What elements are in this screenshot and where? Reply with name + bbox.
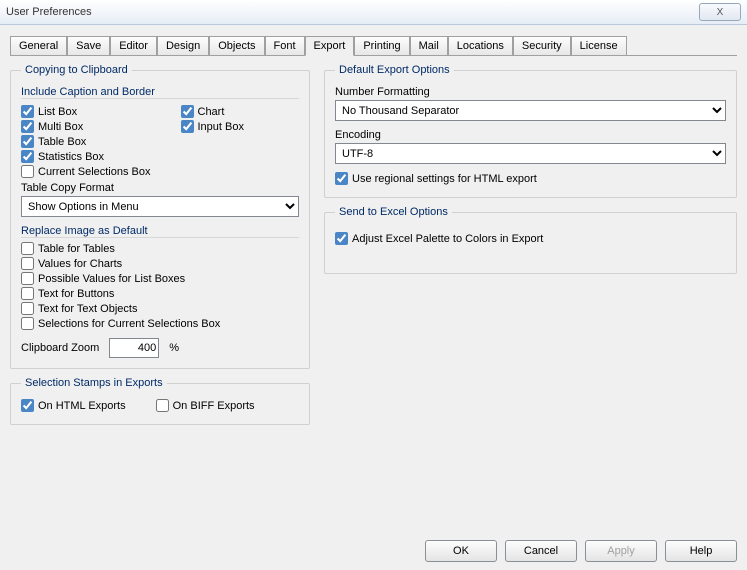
label-sel-current: Selections for Current Selections Box	[38, 318, 220, 330]
user-preferences-window: User Preferences X General Save Editor D…	[0, 0, 747, 570]
label-regional-settings: Use regional settings for HTML export	[352, 173, 537, 185]
checkbox-list-box[interactable]	[21, 105, 34, 118]
default-export-legend: Default Export Options	[335, 64, 454, 76]
label-table-for-tables: Table for Tables	[38, 243, 115, 255]
label-table-box: Table Box	[38, 136, 86, 148]
table-copy-format-label: Table Copy Format	[21, 182, 299, 194]
close-icon: X	[717, 7, 724, 18]
close-button[interactable]: X	[699, 3, 741, 21]
label-current-selections-box: Current Selections Box	[38, 166, 151, 178]
checkbox-input-box[interactable]	[181, 120, 194, 133]
checkbox-html-exports[interactable]	[21, 399, 34, 412]
checkbox-regional-settings[interactable]	[335, 172, 348, 185]
label-possible-values: Possible Values for List Boxes	[38, 273, 185, 285]
tab-editor[interactable]: Editor	[110, 36, 157, 56]
number-formatting-label: Number Formatting	[335, 86, 726, 98]
dialog-buttons: OK Cancel Apply Help	[425, 540, 737, 562]
tab-font[interactable]: Font	[265, 36, 305, 56]
checkbox-table-box[interactable]	[21, 135, 34, 148]
tab-license[interactable]: License	[571, 36, 627, 56]
checkbox-current-selections-box[interactable]	[21, 165, 34, 178]
tab-locations[interactable]: Locations	[448, 36, 513, 56]
encoding-label: Encoding	[335, 129, 726, 141]
encoding-dropdown[interactable]: UTF-8	[335, 143, 726, 164]
checkbox-chart[interactable]	[181, 105, 194, 118]
selection-stamps-group: Selection Stamps in Exports On HTML Expo…	[10, 377, 310, 425]
cancel-button[interactable]: Cancel	[505, 540, 577, 562]
checkbox-adjust-palette[interactable]	[335, 232, 348, 245]
send-to-excel-group: Send to Excel Options Adjust Excel Palet…	[324, 206, 737, 274]
tab-mail[interactable]: Mail	[410, 36, 448, 56]
label-chart: Chart	[198, 106, 225, 118]
panel-area: Copying to Clipboard Include Caption and…	[10, 64, 737, 427]
default-export-group: Default Export Options Number Formatting…	[324, 64, 737, 198]
label-list-box: List Box	[38, 106, 77, 118]
clipboard-zoom-label: Clipboard Zoom	[21, 342, 99, 354]
right-column: Default Export Options Number Formatting…	[324, 64, 737, 427]
label-values-for-charts: Values for Charts	[38, 258, 122, 270]
content-area: General Save Editor Design Objects Font …	[0, 25, 747, 427]
number-formatting-dropdown[interactable]: No Thousand Separator	[335, 100, 726, 121]
tab-general[interactable]: General	[10, 36, 67, 56]
apply-button[interactable]: Apply	[585, 540, 657, 562]
tab-security[interactable]: Security	[513, 36, 571, 56]
checkbox-values-for-charts[interactable]	[21, 257, 34, 270]
selection-stamps-legend: Selection Stamps in Exports	[21, 377, 167, 389]
ok-button[interactable]: OK	[425, 540, 497, 562]
help-button[interactable]: Help	[665, 540, 737, 562]
copying-to-clipboard-group: Copying to Clipboard Include Caption and…	[10, 64, 310, 369]
replace-image-legend: Replace Image as Default	[21, 225, 299, 238]
label-statistics-box: Statistics Box	[38, 151, 104, 163]
label-input-box: Input Box	[198, 121, 244, 133]
label-html-exports: On HTML Exports	[38, 400, 126, 412]
clipboard-zoom-input[interactable]	[109, 338, 159, 358]
include-checkboxes: List Box Multi Box Table Box Statistics …	[21, 103, 299, 180]
tab-design[interactable]: Design	[157, 36, 209, 56]
include-caption-border-legend: Include Caption and Border	[21, 86, 299, 99]
label-adjust-palette: Adjust Excel Palette to Colors in Export	[352, 233, 543, 245]
tab-printing[interactable]: Printing	[354, 36, 409, 56]
label-biff-exports: On BIFF Exports	[173, 400, 255, 412]
tab-save[interactable]: Save	[67, 36, 110, 56]
checkbox-sel-current[interactable]	[21, 317, 34, 330]
copying-legend: Copying to Clipboard	[21, 64, 132, 76]
send-to-excel-legend: Send to Excel Options	[335, 206, 452, 218]
tab-objects[interactable]: Objects	[209, 36, 264, 56]
checkbox-biff-exports[interactable]	[156, 399, 169, 412]
tab-export[interactable]: Export	[305, 36, 355, 56]
left-column: Copying to Clipboard Include Caption and…	[10, 64, 310, 427]
label-text-objects: Text for Text Objects	[38, 303, 137, 315]
clipboard-zoom-pct: %	[169, 342, 179, 354]
titlebar: User Preferences X	[0, 0, 747, 25]
table-copy-format-dropdown[interactable]: Show Options in Menu	[21, 196, 299, 217]
checkbox-possible-values[interactable]	[21, 272, 34, 285]
clipboard-zoom-row: Clipboard Zoom %	[21, 338, 299, 358]
label-multi-box: Multi Box	[38, 121, 83, 133]
checkbox-text-objects[interactable]	[21, 302, 34, 315]
checkbox-text-buttons[interactable]	[21, 287, 34, 300]
checkbox-multi-box[interactable]	[21, 120, 34, 133]
tabstrip: General Save Editor Design Objects Font …	[10, 35, 737, 56]
checkbox-table-for-tables[interactable]	[21, 242, 34, 255]
window-title: User Preferences	[6, 6, 92, 18]
label-text-buttons: Text for Buttons	[38, 288, 114, 300]
checkbox-statistics-box[interactable]	[21, 150, 34, 163]
